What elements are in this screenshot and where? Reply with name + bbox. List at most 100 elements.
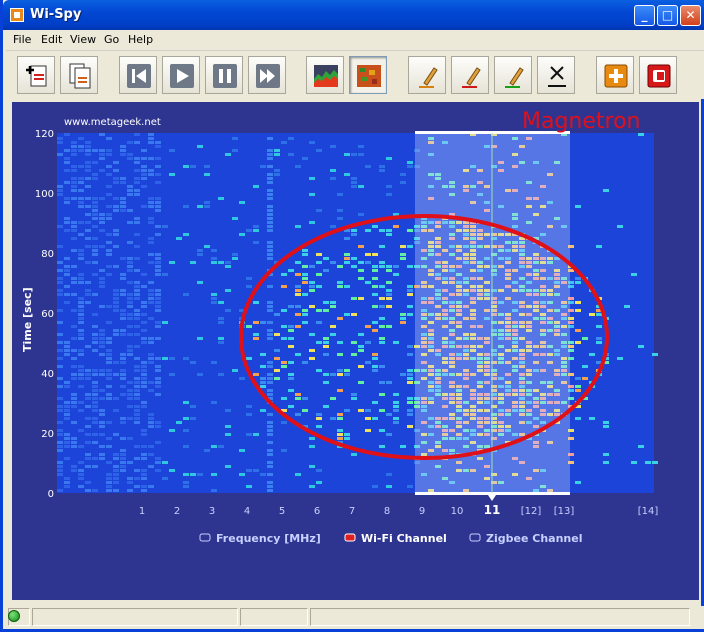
heatmap-cell xyxy=(113,289,119,292)
record-button[interactable] xyxy=(639,56,677,94)
heatmap-cell xyxy=(197,145,203,148)
heatmap-cell xyxy=(155,261,161,264)
menu-go[interactable]: Go xyxy=(104,33,119,46)
heatmap-cell xyxy=(253,241,259,244)
heatmap-cell xyxy=(183,417,189,420)
heatmap-cell xyxy=(106,241,112,244)
play-button[interactable] xyxy=(162,56,200,94)
heatmap-cell xyxy=(57,385,63,388)
heatmap-cell xyxy=(113,297,119,300)
heatmap-cell xyxy=(232,217,238,220)
heatmap-cell xyxy=(148,417,154,420)
heatmap-cell xyxy=(120,377,126,380)
heatmap-cell xyxy=(71,325,77,328)
title-bar[interactable]: Wi-Spy _ □ ✕ xyxy=(3,0,704,30)
heatmap-cell xyxy=(351,181,357,184)
heatmap-cell xyxy=(155,297,161,300)
heatmap-cell xyxy=(267,285,273,288)
menu-view[interactable]: View xyxy=(70,33,96,46)
menu-file[interactable]: File xyxy=(13,33,31,46)
heatmap-cell xyxy=(78,401,84,404)
heatmap-cell xyxy=(267,449,273,452)
heatmap-cell xyxy=(99,197,105,200)
heatmap-cell xyxy=(316,209,322,212)
heatmap-cell xyxy=(155,165,161,168)
heatmap-cell xyxy=(183,165,189,168)
heatmap-cell xyxy=(71,365,77,368)
pause-button[interactable] xyxy=(205,56,243,94)
heatmap-cell xyxy=(106,193,112,196)
minimize-button[interactable]: _ xyxy=(634,5,655,26)
heatmap-cell xyxy=(71,189,77,192)
y-tick-label: 120 xyxy=(35,129,54,140)
heatmap-cell xyxy=(218,321,224,324)
add-button[interactable] xyxy=(596,56,634,94)
heatmap-cell xyxy=(295,353,301,356)
copy-button[interactable] xyxy=(60,56,98,94)
menu-edit[interactable]: Edit xyxy=(41,33,62,46)
heatmap-cell xyxy=(134,233,140,236)
heatmap-cell xyxy=(211,301,217,304)
heatmap-cell xyxy=(113,473,119,476)
heatmap-cell xyxy=(71,145,77,148)
heatmap-cell xyxy=(204,205,210,208)
density-heatmap-chart[interactable]: www.metageek.net Magnetron Time [sec] 0 2… xyxy=(12,102,699,600)
heatmap-cell xyxy=(106,461,112,464)
marker-red-button[interactable] xyxy=(451,56,489,94)
heatmap-cell xyxy=(120,273,126,276)
heatmap-cell xyxy=(239,233,245,236)
density-view-button[interactable] xyxy=(349,56,387,94)
heatmap-cell xyxy=(575,385,581,388)
heatmap-cell xyxy=(617,225,623,228)
heatmap-cell xyxy=(295,413,301,416)
heatmap-cell xyxy=(57,357,63,360)
skip-back-button[interactable] xyxy=(119,56,157,94)
heatmap-cell xyxy=(267,433,273,436)
heatmap-cell xyxy=(337,217,343,220)
heatmap-cell xyxy=(386,381,392,384)
heatmap-cell xyxy=(288,337,294,340)
heatmap-cell xyxy=(113,361,119,364)
heatmap-cell xyxy=(575,301,581,304)
heatmap-cell xyxy=(141,429,147,432)
new-button[interactable] xyxy=(17,56,55,94)
heatmap-cell xyxy=(99,389,105,392)
heatmap-cell xyxy=(134,413,140,416)
heatmap-cell xyxy=(92,237,98,240)
skip-forward-button[interactable] xyxy=(248,56,286,94)
marker-orange-button[interactable] xyxy=(408,56,446,94)
heatmap-cell xyxy=(155,145,161,148)
spectrum-view-button[interactable] xyxy=(306,56,344,94)
heatmap-cell xyxy=(57,489,63,492)
heatmap-cell xyxy=(148,237,154,240)
heatmap-cell xyxy=(78,165,84,168)
heatmap-cell xyxy=(575,389,581,392)
heatmap-cell xyxy=(232,137,238,140)
heatmap-cell xyxy=(302,157,308,160)
heatmap-cell xyxy=(57,433,63,436)
heatmap-cell xyxy=(85,197,91,200)
heatmap-cell xyxy=(71,141,77,144)
close-button[interactable]: ✕ xyxy=(680,5,701,26)
heatmap-cell xyxy=(155,385,161,388)
heatmap-cell xyxy=(337,341,343,344)
heatmap-cell xyxy=(85,205,91,208)
clear-markers-icon xyxy=(548,66,566,87)
menu-help[interactable]: Help xyxy=(128,33,153,46)
heatmap-cell xyxy=(330,225,336,228)
heatmap-cell xyxy=(372,417,378,420)
maximize-button[interactable]: □ xyxy=(657,5,678,26)
heatmap-cell xyxy=(190,361,196,364)
heatmap-cell xyxy=(330,169,336,172)
heatmap-cell xyxy=(379,365,385,368)
clear-markers-button[interactable] xyxy=(537,56,575,94)
heatmap-cell xyxy=(85,245,91,248)
marker-green-button[interactable] xyxy=(494,56,532,94)
y-tick-label: 60 xyxy=(41,309,54,320)
heatmap-cell xyxy=(267,205,273,208)
heatmap-cell xyxy=(330,177,336,180)
heatmap-cell xyxy=(351,265,357,268)
heatmap-cell xyxy=(127,353,133,356)
heatmap-cell xyxy=(211,257,217,260)
heatmap-cell xyxy=(281,365,287,368)
